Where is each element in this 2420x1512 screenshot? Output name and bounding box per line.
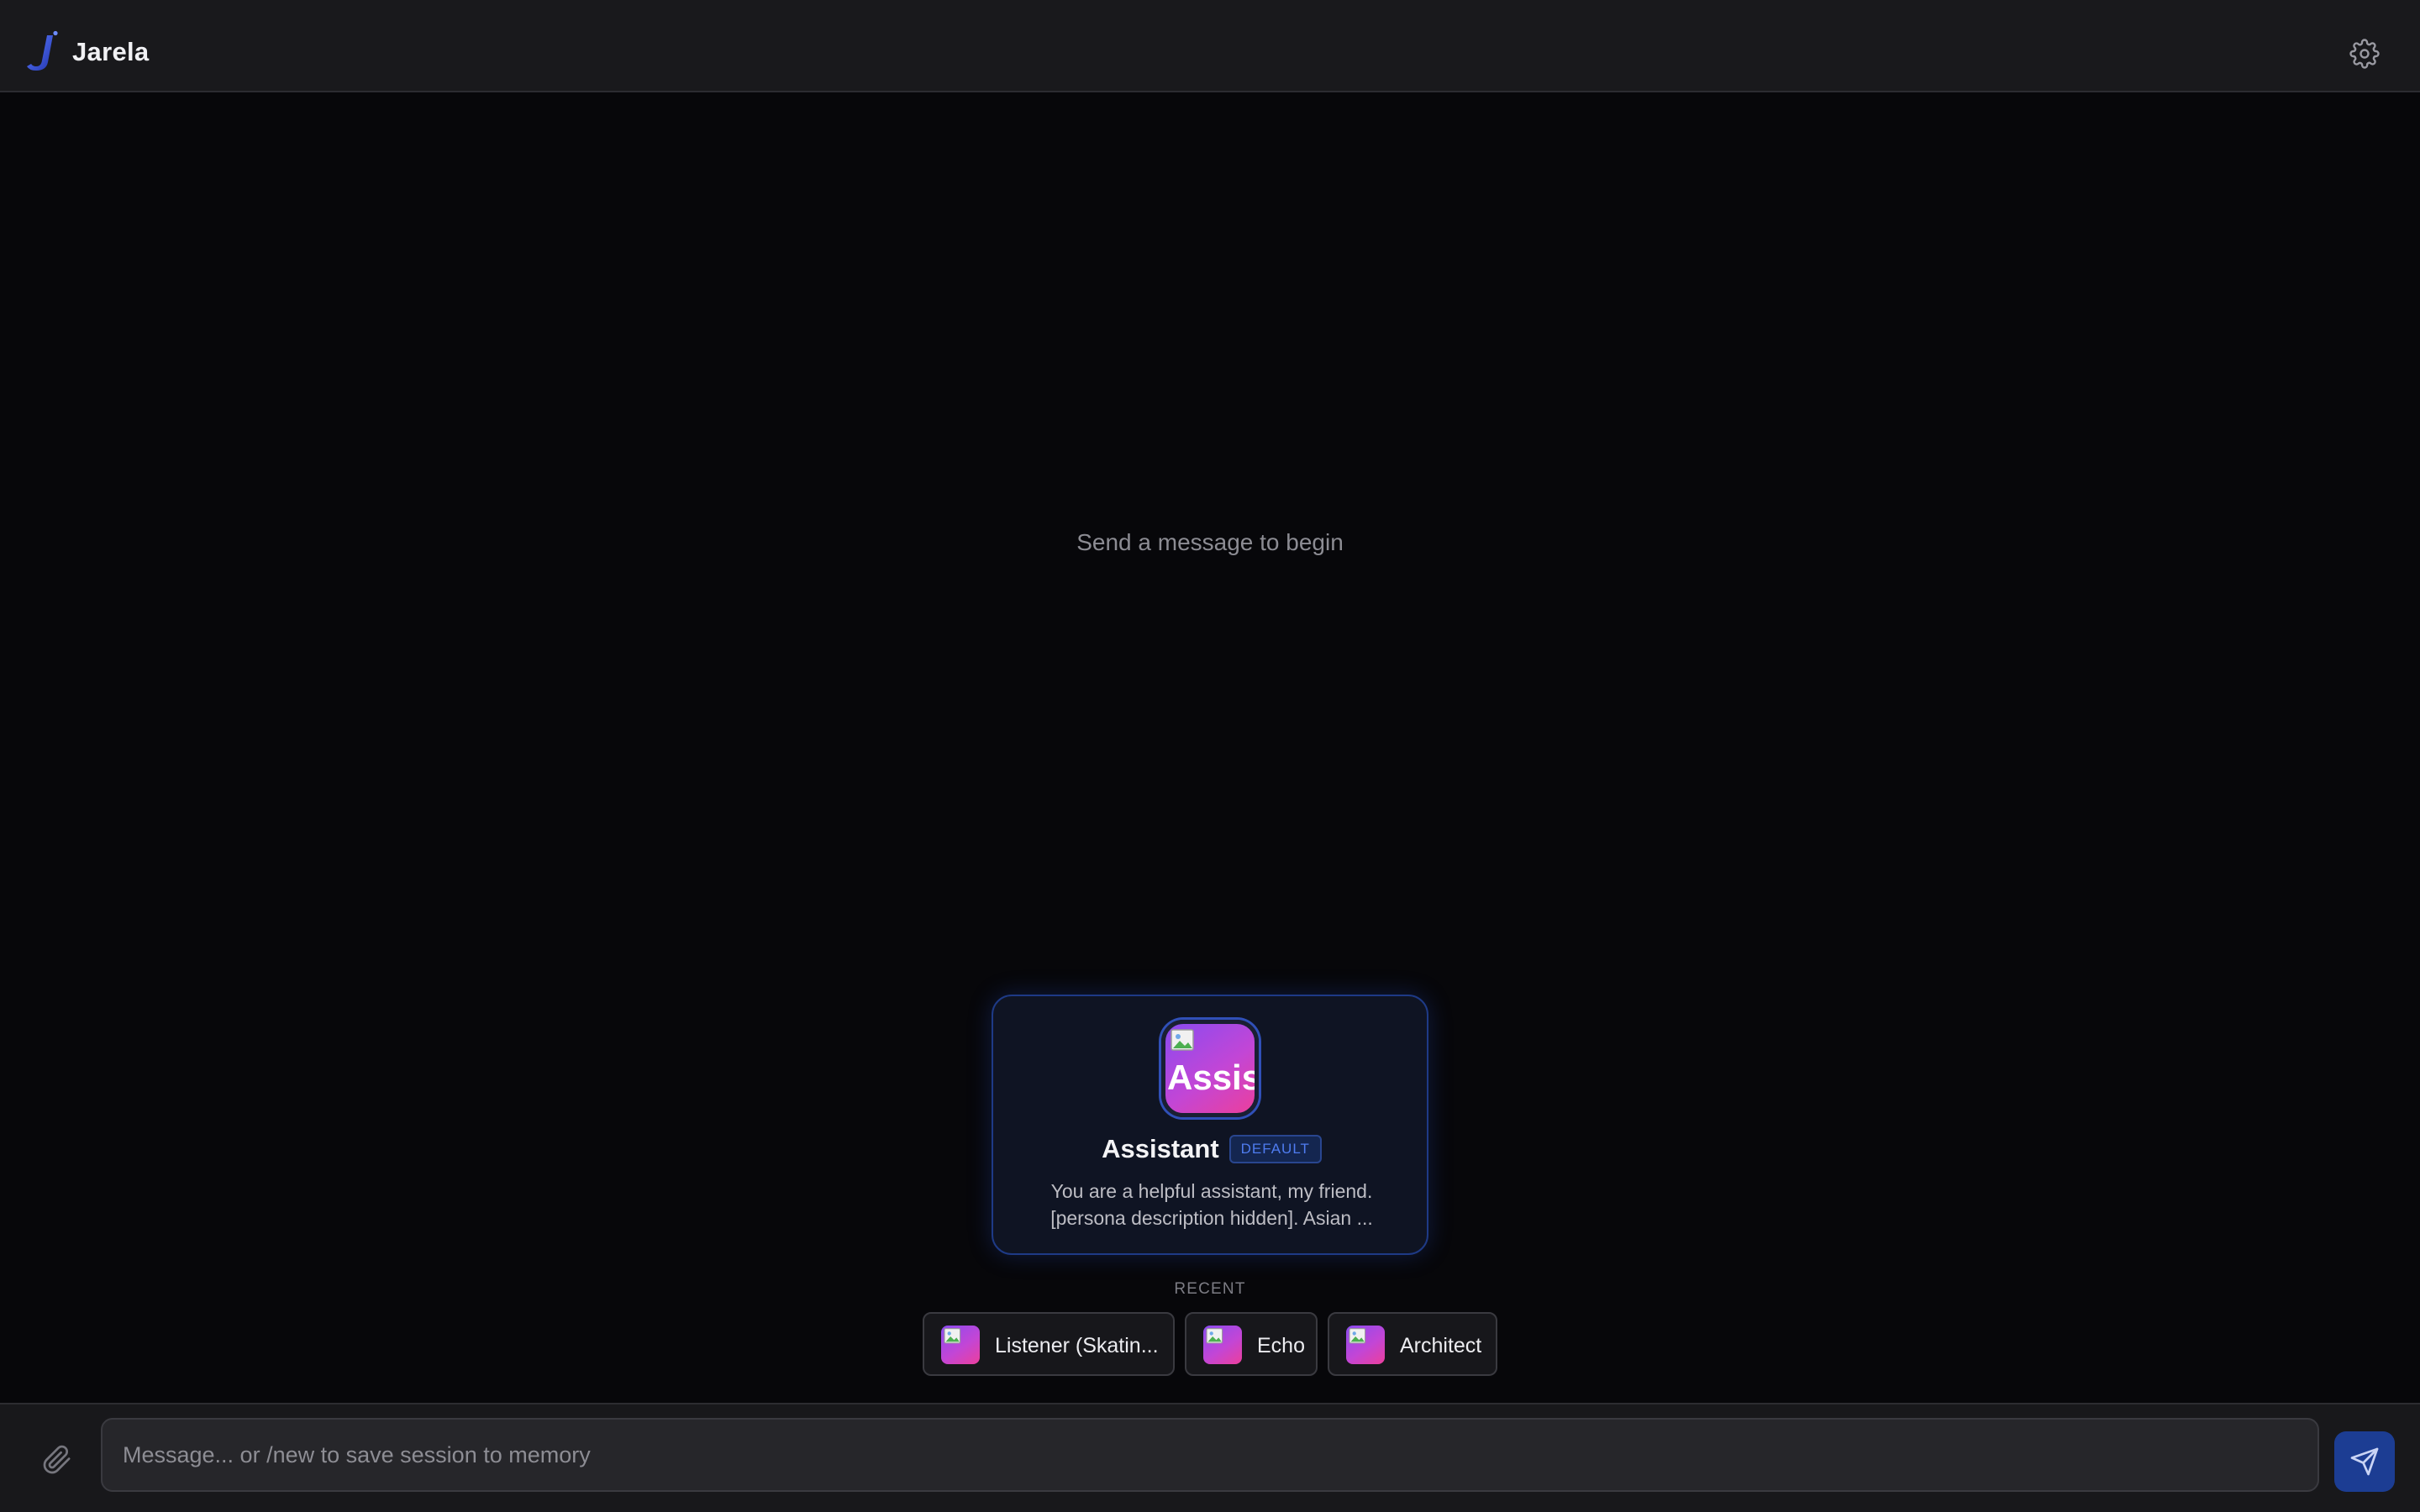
send-icon bbox=[2350, 1447, 2379, 1476]
default-badge: DEFAULT bbox=[1228, 1135, 1322, 1163]
message-input[interactable] bbox=[101, 1418, 2319, 1492]
recent-persona-chip[interactable]: Listener (Skatin... bbox=[923, 1312, 1175, 1376]
recent-label: RECENT bbox=[1174, 1280, 1246, 1298]
app-title: Jarela bbox=[72, 37, 150, 66]
recent-persona-chip[interactable]: Architect bbox=[1328, 1312, 1497, 1376]
app-header: Jarela bbox=[0, 0, 2420, 92]
broken-image-icon bbox=[944, 1328, 961, 1344]
gear-icon[interactable] bbox=[2349, 39, 2380, 69]
empty-chat-message: Send a message to begin bbox=[1076, 529, 1344, 555]
avatar-alt-text: Assistant bbox=[1167, 1058, 1255, 1097]
broken-image-icon bbox=[1349, 1328, 1366, 1344]
broken-image-icon bbox=[1171, 1029, 1194, 1051]
recent-persona-name: Echo bbox=[1257, 1334, 1305, 1357]
persona-description: You are a helpful assistant, my friend. … bbox=[1027, 1178, 1397, 1231]
recent-persona-name: Listener (Skatin... bbox=[995, 1334, 1159, 1357]
paperclip-icon[interactable] bbox=[42, 1443, 72, 1477]
persona-name-row: Assistant DEFAULT bbox=[993, 1134, 1430, 1164]
persona-description-line: You are a helpful assistant, my friend. bbox=[1050, 1180, 1373, 1202]
send-button[interactable] bbox=[2334, 1431, 2395, 1492]
persona-avatar: Assistant bbox=[1161, 1020, 1259, 1117]
persona-description-line: [persona description hidden]. Asian ... bbox=[1050, 1207, 1373, 1229]
recent-persona-chip[interactable]: Echo bbox=[1185, 1312, 1318, 1376]
active-persona-card[interactable]: Assistant Assistant DEFAULT You are a hel… bbox=[992, 995, 1428, 1255]
persona-avatar bbox=[941, 1326, 980, 1364]
persona-name: Assistant bbox=[1102, 1134, 1219, 1163]
persona-avatar bbox=[1346, 1326, 1385, 1364]
jarela-logo-icon bbox=[27, 30, 58, 71]
recent-persona-name: Architect bbox=[1400, 1334, 1482, 1357]
persona-avatar bbox=[1203, 1326, 1242, 1364]
broken-image-icon bbox=[1206, 1328, 1223, 1344]
